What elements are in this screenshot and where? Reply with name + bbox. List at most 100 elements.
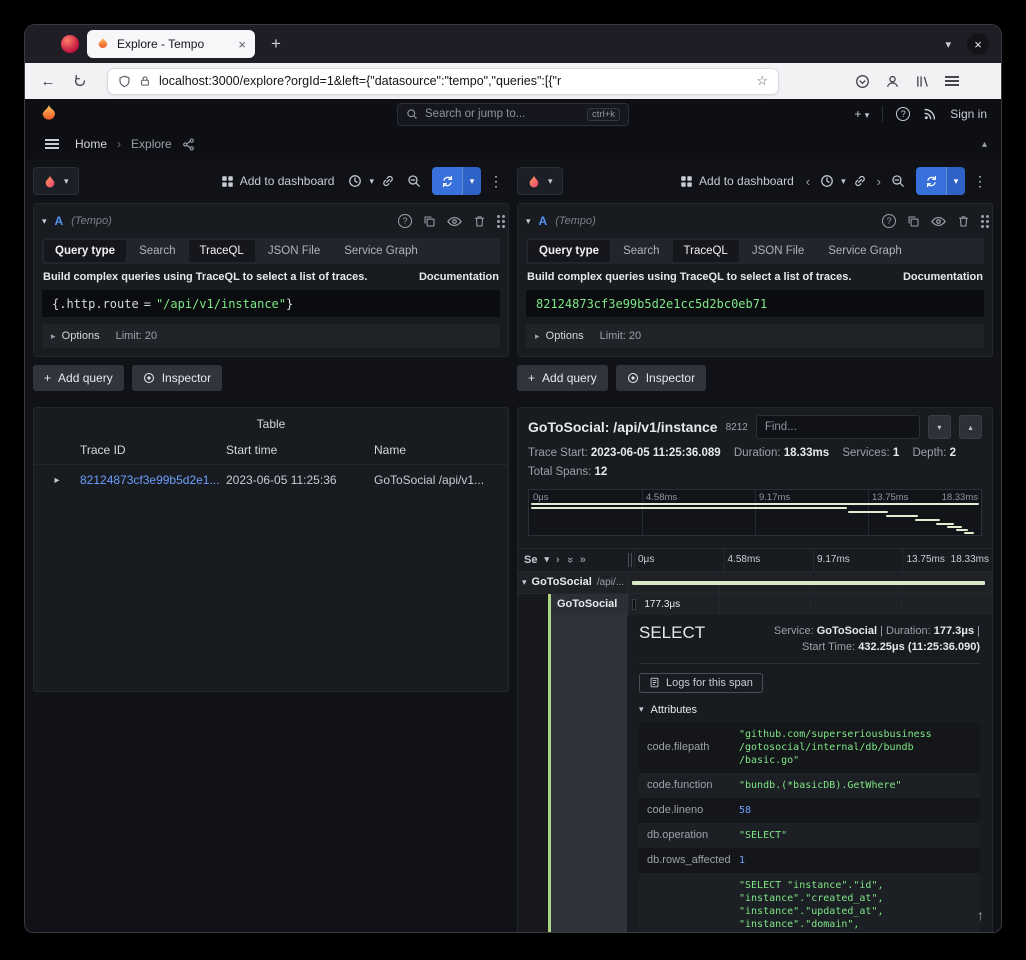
trace-id-link[interactable]: 82124873cf3e99b5d2e1...	[80, 473, 226, 487]
pane-kebab-icon[interactable]: ⋮	[967, 173, 993, 190]
find-prev-button[interactable]: ▴	[959, 415, 982, 439]
inspector-button[interactable]: Inspector	[616, 365, 706, 391]
span-collapse-icon[interactable]: ▾	[522, 577, 527, 588]
time-picker-caret-icon[interactable]: ▾	[841, 176, 846, 187]
time-picker-button[interactable]	[815, 167, 839, 195]
find-input[interactable]: Find...	[756, 415, 920, 439]
pane-kebab-icon[interactable]: ⋮	[483, 173, 509, 190]
zoom-out-button[interactable]	[886, 167, 910, 195]
span-detail-header[interactable]: SELECT Service: GoToSocial | Duration: 1…	[639, 623, 980, 664]
trace-minimap[interactable]: 0μs 4.58ms 9.17ms 13.75ms 18.33ms	[528, 489, 982, 536]
window-close-button[interactable]: ×	[967, 33, 989, 55]
attributes-section-toggle[interactable]: ▾ Attributes	[639, 704, 980, 716]
disable-eye-icon[interactable]	[931, 215, 946, 228]
table-row[interactable]: ▸ 82124873cf3e99b5d2e1... 2023-06-05 11:…	[34, 464, 508, 495]
collapse-all-icon[interactable]: »	[564, 557, 576, 563]
drag-handle-icon[interactable]	[981, 215, 984, 218]
documentation-link[interactable]: Documentation	[903, 271, 983, 283]
query-row-header[interactable]: ▾ A (Tempo) ?	[42, 209, 500, 233]
share-icon[interactable]	[182, 138, 195, 151]
time-picker-button[interactable]	[343, 167, 367, 195]
run-interval-caret-icon[interactable]: ▾	[462, 167, 481, 195]
scroll-to-top-icon[interactable]: ↑	[977, 907, 984, 923]
query-options-row[interactable]: ▸ Options Limit: 20	[526, 324, 984, 348]
run-query-button[interactable]: ▾	[916, 167, 965, 195]
query-row-header[interactable]: ▾ A (Tempo) ?	[526, 209, 984, 233]
disable-eye-icon[interactable]	[447, 215, 462, 228]
expand-all-icon[interactable]: »	[580, 554, 586, 566]
time-picker-caret-icon[interactable]: ▾	[369, 176, 374, 187]
tab-close-icon[interactable]: ×	[238, 37, 246, 52]
reload-icon[interactable]	[67, 68, 93, 94]
span-detail-row: SELECT Service: GoToSocial | Duration: 1…	[518, 615, 992, 932]
collapse-chevron-icon[interactable]: ▴	[982, 139, 987, 150]
traceql-editor[interactable]: {.http.route="/api/v1/instance"}	[42, 290, 500, 317]
sign-in-link[interactable]: Sign in	[950, 107, 987, 121]
tab-json-file[interactable]: JSON File	[257, 240, 331, 262]
tab-list-chevron-icon[interactable]: ▾	[945, 38, 951, 51]
query-help-icon[interactable]: ?	[398, 214, 412, 228]
browser-tab[interactable]: Explore - Tempo ×	[87, 30, 255, 58]
tab-traceql[interactable]: TraceQL	[189, 240, 255, 262]
trash-icon[interactable]	[473, 215, 486, 228]
tab-service-graph[interactable]: Service Graph	[333, 240, 429, 262]
logs-for-span-button[interactable]: Logs for this span	[639, 673, 763, 693]
mega-menu-icon[interactable]	[39, 131, 65, 157]
grafana-logo[interactable]	[39, 104, 59, 124]
drag-handle-icon[interactable]	[497, 215, 500, 218]
tab-search[interactable]: Search	[128, 240, 186, 262]
span-operation-name: SELECT	[639, 623, 705, 643]
search-input[interactable]: Search or jump to... ctrl+k	[397, 103, 629, 126]
new-tab-button[interactable]: +	[263, 34, 289, 54]
datasource-picker[interactable]: ▾	[517, 167, 563, 195]
tab-traceql[interactable]: TraceQL	[673, 240, 739, 262]
add-to-dashboard-button[interactable]: Add to dashboard	[673, 167, 801, 195]
find-next-button[interactable]: ▾	[928, 415, 951, 439]
new-menu-button[interactable]: + ▾	[854, 107, 869, 121]
traceql-editor[interactable]: 82124873cf3e99b5d2e1cc5d2bc0eb71	[526, 290, 984, 317]
duplicate-icon[interactable]	[423, 215, 436, 228]
collapse-chevron-icon[interactable]: ▾	[42, 216, 47, 227]
trash-icon[interactable]	[957, 215, 970, 228]
run-interval-caret-icon[interactable]: ▾	[946, 167, 965, 195]
query-options-row[interactable]: ▸ Options Limit: 20	[42, 324, 500, 348]
service-operation-header[interactable]: Se ▾ › » »	[518, 549, 628, 571]
zoom-out-button[interactable]	[402, 167, 426, 195]
library-icon[interactable]	[909, 68, 935, 94]
back-icon[interactable]: ←	[35, 68, 61, 94]
documentation-link[interactable]: Documentation	[419, 271, 499, 283]
span-row-selected[interactable]: GoToSocial 177.3μs	[518, 594, 992, 615]
duplicate-icon[interactable]	[907, 215, 920, 228]
collapse-one-icon[interactable]: ›	[556, 554, 560, 566]
time-shift-forward-icon[interactable]: ›	[874, 174, 884, 189]
collapse-chevron-icon[interactable]: ▾	[526, 216, 531, 227]
datasource-picker[interactable]: ▾	[33, 167, 79, 195]
span-row-root[interactable]: ▾ GoToSocial /api/...	[518, 572, 992, 594]
news-rss-icon[interactable]	[923, 107, 937, 121]
add-query-button[interactable]: +Add query	[517, 365, 608, 391]
span-bar[interactable]	[632, 581, 985, 585]
refresh-icon	[916, 167, 946, 195]
pocket-icon[interactable]	[849, 68, 875, 94]
bookmark-star-icon[interactable]: ☆	[756, 73, 768, 89]
column-resizer[interactable]	[628, 553, 632, 567]
menu-icon[interactable]	[939, 68, 965, 94]
span-bar[interactable]	[632, 599, 636, 610]
time-shift-back-icon[interactable]: ‹	[803, 174, 813, 189]
link-button[interactable]	[376, 167, 400, 195]
query-help-icon[interactable]: ?	[882, 214, 896, 228]
help-icon[interactable]: ?	[896, 107, 910, 121]
add-query-button[interactable]: +Add query	[33, 365, 124, 391]
tab-search[interactable]: Search	[612, 240, 670, 262]
link-button[interactable]	[848, 167, 872, 195]
breadcrumb-home[interactable]: Home	[75, 137, 107, 151]
add-to-dashboard-button[interactable]: Add to dashboard	[214, 167, 342, 195]
inspector-button[interactable]: Inspector	[132, 365, 222, 391]
tab-json-file[interactable]: JSON File	[741, 240, 815, 262]
tab-service-graph[interactable]: Service Graph	[817, 240, 913, 262]
row-expander-icon[interactable]: ▸	[34, 475, 80, 486]
url-bar[interactable]: localhost:3000/explore?orgId=1&left={"da…	[107, 68, 779, 95]
trace-start-value: 2023-06-05 11:25:36.089	[591, 447, 721, 459]
account-icon[interactable]	[879, 68, 905, 94]
run-query-button[interactable]: ▾	[432, 167, 481, 195]
